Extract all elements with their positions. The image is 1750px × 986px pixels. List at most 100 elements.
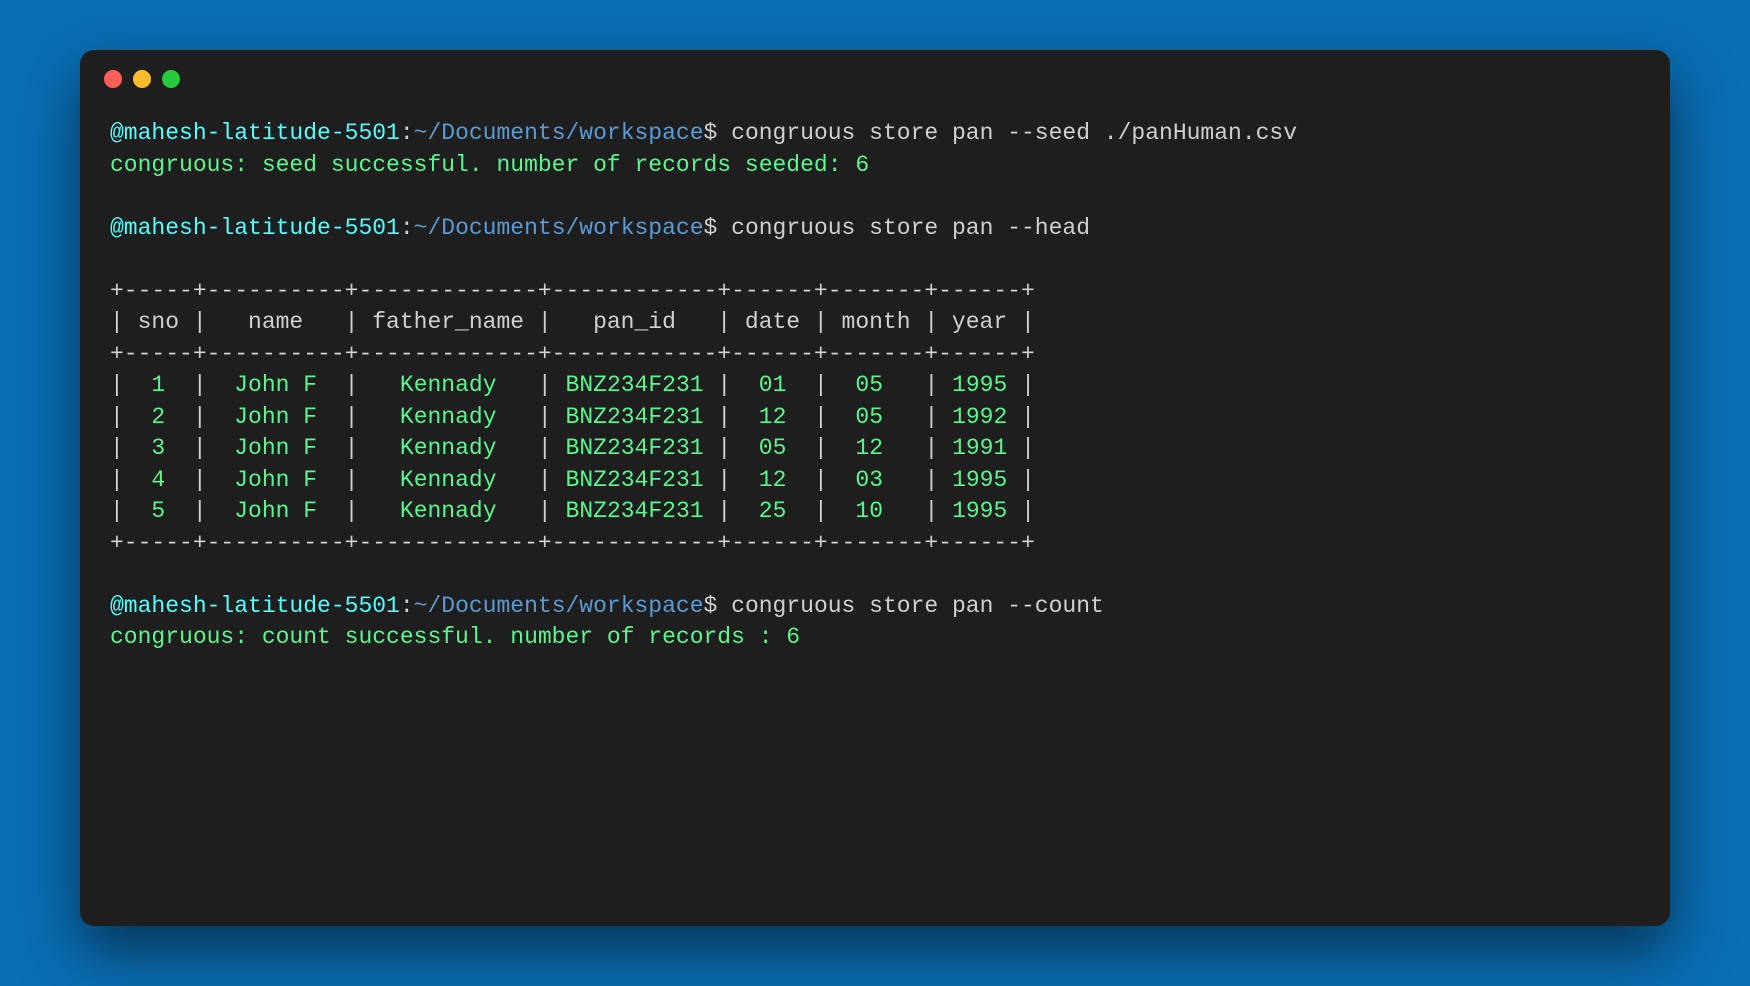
close-icon[interactable] xyxy=(104,70,122,88)
table-cell: 05 xyxy=(731,435,814,461)
table-cell: Kennady xyxy=(358,435,537,461)
table-cell: 05 xyxy=(828,404,925,430)
window-titlebar xyxy=(80,50,1670,94)
table-cell-border: | xyxy=(110,498,124,524)
table-cell-border: | xyxy=(814,467,828,493)
command-text: congruous store pan --count xyxy=(731,593,1104,619)
table-cell-border: | xyxy=(538,498,552,524)
table-cell: 10 xyxy=(828,498,925,524)
table-cell-border: | xyxy=(193,467,207,493)
table-cell: 03 xyxy=(828,467,925,493)
prompt-dollar: $ xyxy=(704,120,732,146)
table-cell: 05 xyxy=(828,372,925,398)
table-header: | sno | name | father_name | pan_id | da… xyxy=(110,307,1640,339)
blank-line xyxy=(110,559,1640,591)
table-border: +-----+----------+-------------+--------… xyxy=(110,339,1640,371)
table-cell-border: | xyxy=(110,372,124,398)
table-cell: John F xyxy=(207,467,345,493)
table-cell: John F xyxy=(207,498,345,524)
command-text: congruous store pan --seed ./panHuman.cs… xyxy=(731,120,1297,146)
table-cell: 1995 xyxy=(938,467,1021,493)
table-border: +-----+----------+-------------+--------… xyxy=(110,276,1640,308)
table-cell-border: | xyxy=(538,372,552,398)
table-cell: John F xyxy=(207,435,345,461)
table-cell: 12 xyxy=(828,435,925,461)
table-cell-border: | xyxy=(345,498,359,524)
table-row: | 4 | John F | Kennady | BNZ234F231 | 12… xyxy=(110,465,1640,497)
table-cell: 12 xyxy=(731,404,814,430)
table-cell: John F xyxy=(207,372,345,398)
table-cell-border: | xyxy=(1021,467,1035,493)
table-cell: Kennady xyxy=(358,498,537,524)
table-cell-border: | xyxy=(110,404,124,430)
table-cell-border: | xyxy=(924,372,938,398)
prompt-line: @mahesh-latitude-5501:~/Documents/worksp… xyxy=(110,213,1640,245)
table-cell: 1 xyxy=(124,372,193,398)
table-cell-border: | xyxy=(1021,435,1035,461)
prompt-host: @mahesh-latitude-5501 xyxy=(110,593,400,619)
table-cell: 12 xyxy=(731,467,814,493)
table-cell-border: | xyxy=(538,404,552,430)
table-cell-border: | xyxy=(1021,372,1035,398)
prompt-dollar: $ xyxy=(704,215,732,241)
table-cell: BNZ234F231 xyxy=(552,404,718,430)
minimize-icon[interactable] xyxy=(133,70,151,88)
table-cell: John F xyxy=(207,404,345,430)
table-cell-border: | xyxy=(814,372,828,398)
table-cell: 1995 xyxy=(938,498,1021,524)
table-cell: BNZ234F231 xyxy=(552,498,718,524)
prompt-host: @mahesh-latitude-5501 xyxy=(110,120,400,146)
table-cell-border: | xyxy=(717,435,731,461)
table-cell: 1991 xyxy=(938,435,1021,461)
table-cell: 25 xyxy=(731,498,814,524)
table-cell-border: | xyxy=(1021,498,1035,524)
table-cell: Kennady xyxy=(358,404,537,430)
table-cell: BNZ234F231 xyxy=(552,435,718,461)
maximize-icon[interactable] xyxy=(162,70,180,88)
prompt-dollar: $ xyxy=(704,593,732,619)
table-cell-border: | xyxy=(717,404,731,430)
table-cell-border: | xyxy=(717,467,731,493)
table-cell: 4 xyxy=(124,467,193,493)
terminal-window: @mahesh-latitude-5501:~/Documents/worksp… xyxy=(80,50,1670,926)
prompt-separator: : xyxy=(400,215,414,241)
table-cell: Kennady xyxy=(358,372,537,398)
prompt-host: @mahesh-latitude-5501 xyxy=(110,215,400,241)
table-cell-border: | xyxy=(924,435,938,461)
table-cell-border: | xyxy=(538,467,552,493)
table-cell-border: | xyxy=(814,404,828,430)
table-cell: BNZ234F231 xyxy=(552,467,718,493)
table-cell: 5 xyxy=(124,498,193,524)
table-cell-border: | xyxy=(717,372,731,398)
table-cell-border: | xyxy=(814,435,828,461)
table-cell-border: | xyxy=(345,467,359,493)
table-cell: 1995 xyxy=(938,372,1021,398)
terminal-output[interactable]: @mahesh-latitude-5501:~/Documents/worksp… xyxy=(80,94,1670,926)
table-cell: 3 xyxy=(124,435,193,461)
output-line: congruous: count successful. number of r… xyxy=(110,622,1640,654)
prompt-line: @mahesh-latitude-5501:~/Documents/worksp… xyxy=(110,591,1640,623)
table-cell: 1992 xyxy=(938,404,1021,430)
prompt-path: ~/Documents/workspace xyxy=(414,215,704,241)
blank-line xyxy=(110,181,1640,213)
prompt-line: @mahesh-latitude-5501:~/Documents/worksp… xyxy=(110,118,1640,150)
table-cell-border: | xyxy=(924,498,938,524)
prompt-path: ~/Documents/workspace xyxy=(414,593,704,619)
table-cell-border: | xyxy=(345,372,359,398)
table-cell-border: | xyxy=(193,372,207,398)
table-cell-border: | xyxy=(345,404,359,430)
blank-line xyxy=(110,244,1640,276)
table-cell-border: | xyxy=(717,498,731,524)
table-row: | 5 | John F | Kennady | BNZ234F231 | 25… xyxy=(110,496,1640,528)
table-cell-border: | xyxy=(110,435,124,461)
table-cell: Kennady xyxy=(358,467,537,493)
table-cell-border: | xyxy=(924,467,938,493)
prompt-path: ~/Documents/workspace xyxy=(414,120,704,146)
table-cell-border: | xyxy=(193,498,207,524)
prompt-separator: : xyxy=(400,120,414,146)
table-cell: BNZ234F231 xyxy=(552,372,718,398)
table-cell-border: | xyxy=(924,404,938,430)
table-border: +-----+----------+-------------+--------… xyxy=(110,528,1640,560)
table-row: | 2 | John F | Kennady | BNZ234F231 | 12… xyxy=(110,402,1640,434)
table-cell-border: | xyxy=(193,435,207,461)
